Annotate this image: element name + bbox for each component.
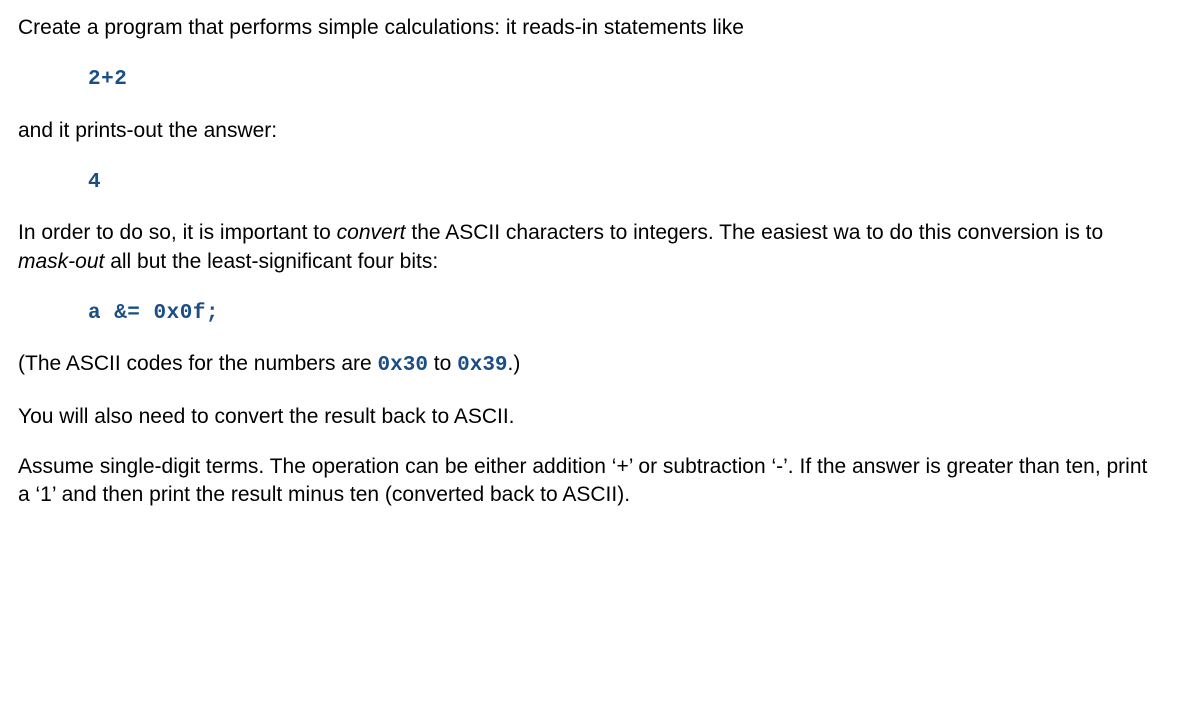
text: (The ASCII codes for the numbers are [18,352,378,375]
code-example-output: 4 [88,171,101,194]
text: all but the least-significant four bits: [104,250,438,273]
text: In order to do so, it is important to [18,221,337,244]
example-input: 2+2 [88,64,1161,94]
paragraph-convert: In order to do so, it is important to co… [18,219,1161,276]
code-hex-39: 0x39 [457,354,507,377]
paragraph-convert-back: You will also need to convert the result… [18,403,1161,431]
text: Create a program that performs simple ca… [18,16,744,39]
text: Assume single-digit terms. The operation… [18,455,1147,506]
code-example-mask: a &= 0x0f; [88,302,219,325]
paragraph-assumptions: Assume single-digit terms. The operation… [18,453,1161,510]
text: You will also need to convert the result… [18,405,515,428]
italic-convert: convert [337,221,406,244]
text: .) [508,352,521,375]
paragraph-ascii-range: (The ASCII codes for the numbers are 0x3… [18,350,1161,380]
example-output: 4 [88,167,1161,197]
code-example-input: 2+2 [88,68,127,91]
text: to [428,352,457,375]
paragraph-intro: Create a program that performs simple ca… [18,14,1161,42]
italic-maskout: mask-out [18,250,104,273]
example-mask: a &= 0x0f; [88,298,1161,328]
text: the ASCII characters to integers. The ea… [406,221,1104,244]
paragraph-answer-intro: and it prints-out the answer: [18,117,1161,145]
code-hex-30: 0x30 [378,354,428,377]
text: and it prints-out the answer: [18,119,277,142]
